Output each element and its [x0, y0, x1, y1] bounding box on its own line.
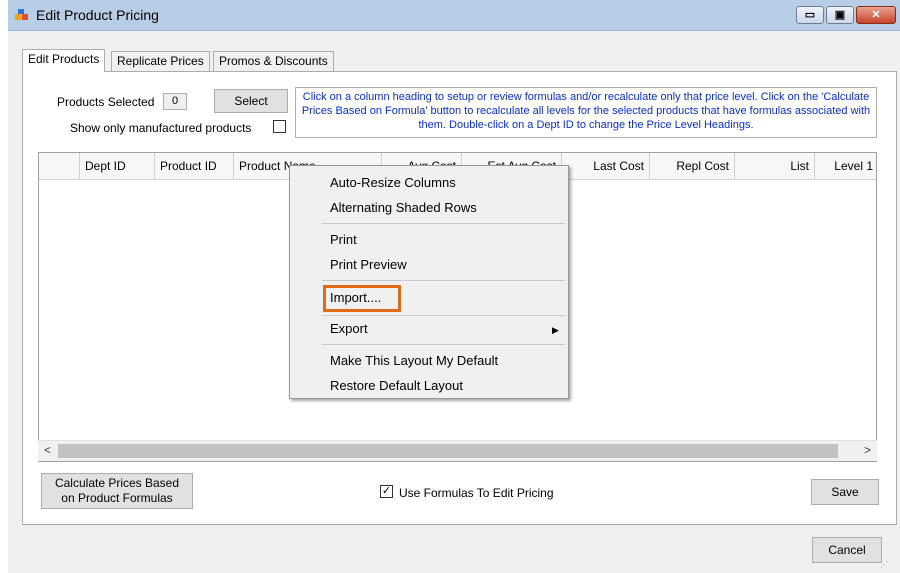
- calculate-prices-button[interactable]: Calculate Prices Based on Product Formul…: [41, 473, 193, 509]
- tab-replicate-prices[interactable]: Replicate Prices: [111, 51, 210, 71]
- close-button[interactable]: ✕: [856, 6, 896, 24]
- menu-item-print-preview[interactable]: Print Preview: [330, 257, 407, 272]
- minimize-button[interactable]: ▭: [796, 6, 824, 24]
- menu-separator: [322, 280, 565, 281]
- show-manufactured-checkbox[interactable]: [273, 120, 286, 133]
- column-header-list[interactable]: List: [735, 153, 815, 179]
- select-button[interactable]: Select: [214, 89, 288, 113]
- tab-edit-products[interactable]: Edit Products: [22, 49, 106, 72]
- use-formulas-checkbox[interactable]: ✓: [380, 485, 393, 498]
- menu-item-print[interactable]: Print: [330, 232, 357, 247]
- menu-separator: [322, 223, 565, 224]
- checkmark-icon: ✓: [381, 485, 392, 497]
- menu-item-import[interactable]: Import....: [330, 290, 381, 305]
- maximize-icon: ▣: [834, 9, 846, 21]
- submenu-arrow-icon: ▶: [552, 325, 559, 335]
- products-selected-label: Products Selected: [57, 95, 155, 109]
- info-instructions: Click on a column heading to setup or re…: [295, 87, 877, 138]
- minimize-icon: ▭: [804, 9, 816, 21]
- column-header-row-selector[interactable]: [39, 153, 80, 179]
- scroll-right-icon[interactable]: >: [864, 443, 871, 457]
- products-selected-count: 0: [163, 93, 187, 110]
- scroll-thumb[interactable]: [58, 444, 838, 458]
- cancel-button[interactable]: Cancel: [812, 537, 882, 563]
- save-button[interactable]: Save: [811, 479, 879, 505]
- column-header-repl-cost[interactable]: Repl Cost: [650, 153, 735, 179]
- resize-grip-icon[interactable]: ⋰: [880, 560, 890, 570]
- tab-promos-discounts[interactable]: Promos & Discounts: [213, 51, 334, 71]
- horizontal-scrollbar[interactable]: < >: [38, 440, 877, 461]
- column-header-product-id[interactable]: Product ID: [155, 153, 234, 179]
- scroll-left-icon[interactable]: <: [44, 443, 51, 457]
- menu-item-restore-default-layout[interactable]: Restore Default Layout: [330, 378, 463, 393]
- close-icon: ✕: [871, 9, 881, 21]
- app-icon: [15, 9, 28, 20]
- column-header-level-1[interactable]: Level 1: [815, 153, 876, 179]
- context-menu: Auto-Resize Columns Alternating Shaded R…: [289, 165, 569, 399]
- menu-separator: [322, 344, 565, 345]
- menu-item-export[interactable]: Export: [330, 321, 368, 336]
- menu-item-alternating-shaded-rows[interactable]: Alternating Shaded Rows: [330, 200, 477, 215]
- show-manufactured-label: Show only manufactured products: [70, 121, 252, 135]
- menu-item-make-layout-default[interactable]: Make This Layout My Default: [330, 353, 498, 368]
- window-title: Edit Product Pricing: [36, 7, 159, 23]
- calculate-prices-line-1: Calculate Prices Based: [54, 476, 180, 490]
- title-bar[interactable]: Edit Product Pricing ▭ ▣ ✕: [8, 0, 900, 31]
- calculate-prices-line-2: on Product Formulas: [61, 491, 173, 505]
- menu-separator: [322, 315, 565, 316]
- column-header-last-cost[interactable]: Last Cost: [562, 153, 650, 179]
- column-header-dept-id[interactable]: Dept ID: [80, 153, 155, 179]
- maximize-button[interactable]: ▣: [826, 6, 854, 24]
- menu-item-auto-resize-columns[interactable]: Auto-Resize Columns: [330, 175, 456, 190]
- use-formulas-label: Use Formulas To Edit Pricing: [399, 486, 554, 500]
